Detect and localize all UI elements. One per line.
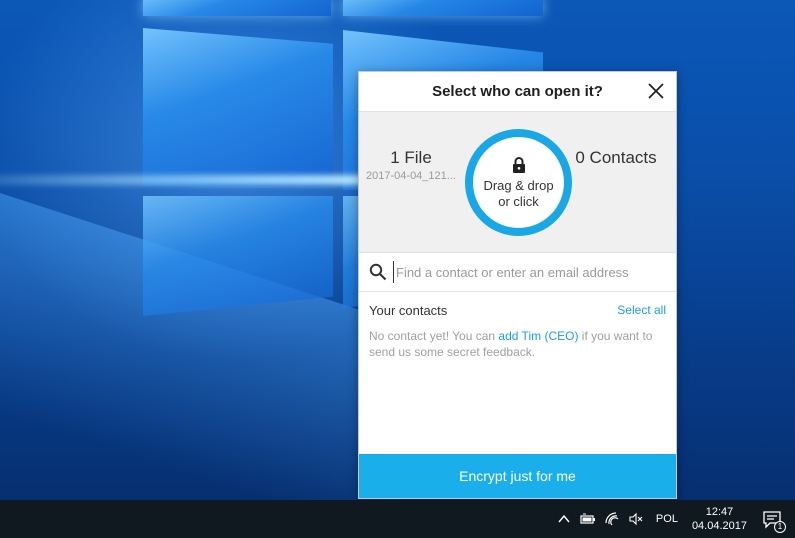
contact-search-input[interactable] [393,261,676,283]
encrypt-for-me-button[interactable]: Encrypt just for me [359,454,676,498]
contact-search-bar [359,253,676,292]
dialog-header: Select who can open it? [359,72,676,112]
chevron-up-icon[interactable] [556,511,572,527]
drag-drop-button[interactable]: Drag & drop or click [465,129,572,236]
clock[interactable]: 12:47 04.04.2017 [692,505,747,533]
lock-icon [512,156,526,174]
file-name: 2017-04-04_121... [366,170,456,182]
clock-time: 12:47 [705,506,734,518]
empty-message-prefix: No contact yet! You can [369,329,499,343]
wallpaper-window-pane [343,0,543,16]
contacts-header: Your contacts Select all [359,292,676,328]
dialog-title: Select who can open it? [432,83,603,100]
share-dialog: Select who can open it? 1 File 2017-04-0… [358,71,677,499]
wallpaper-light-beam [0,175,400,185]
speaker-muted-icon[interactable] [628,511,644,527]
wallpaper-window-pane [143,196,333,316]
select-all-link[interactable]: Select all [617,303,666,317]
search-icon [369,263,387,281]
system-tray: POL 12:47 04.04.2017 1 [552,500,795,538]
contacts-count: 0 Contacts [575,148,657,167]
drop-label-sub: or click [498,193,539,209]
wallpaper-window-pane [143,0,331,16]
clock-date: 04.04.2017 [691,520,747,532]
action-center-icon[interactable]: 1 [761,508,786,533]
add-tim-link[interactable]: add Tim (CEO) [498,329,578,343]
wallpaper-window-pane [143,28,333,186]
drop-label-main: Drag & drop [483,177,554,193]
drop-zone: 1 File 2017-04-04_121... Drag & drop or … [359,112,676,253]
close-icon[interactable] [646,81,666,101]
input-language[interactable]: POL [656,513,678,525]
empty-contacts-message: No contact yet! You can add Tim (CEO) if… [359,328,676,360]
taskbar: POL 12:47 04.04.2017 1 [0,500,795,538]
wifi-icon[interactable] [604,511,620,527]
battery-icon[interactable] [580,511,596,527]
notification-badge: 1 [774,521,786,533]
files-count: 1 File [390,148,432,167]
contacts-title: Your contacts [369,302,448,318]
